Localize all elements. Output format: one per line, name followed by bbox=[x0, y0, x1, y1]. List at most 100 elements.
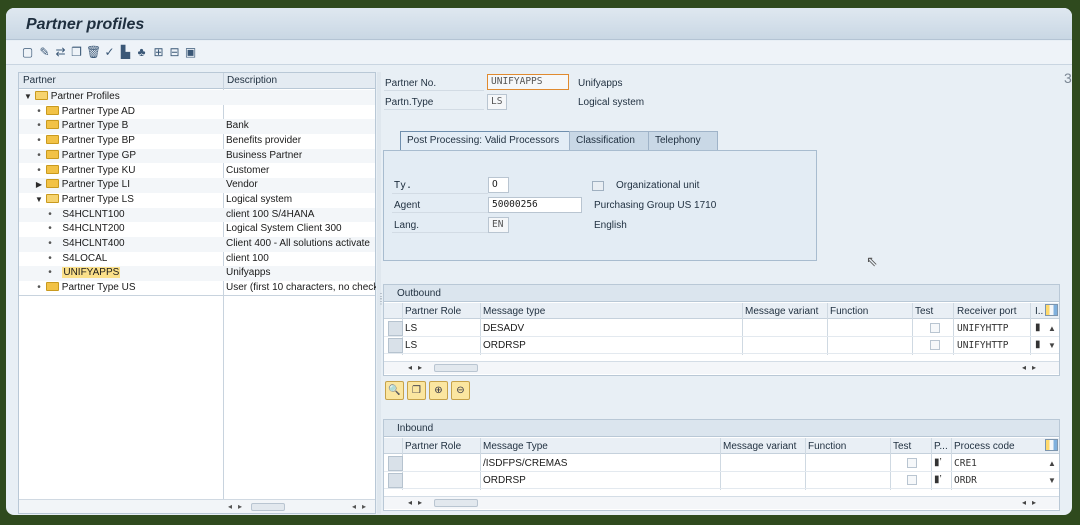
col-process-code[interactable]: Process code bbox=[954, 441, 1015, 452]
col-message-variant[interactable]: Message variant bbox=[745, 306, 818, 317]
outbound-horizontal-scrollbar[interactable]: ◂ ▸ ◂ ▸ bbox=[384, 361, 1059, 374]
table-row[interactable]: LS DESADV UNIFYHTTP ▮ ▲ bbox=[384, 320, 1059, 337]
scroll-right-icon[interactable]: ▸ bbox=[238, 502, 242, 511]
pane-splitter[interactable]: ⋮ ⋮ bbox=[377, 72, 385, 514]
test-checkbox[interactable] bbox=[907, 475, 917, 485]
tree-node[interactable]: • S4LOCAL client 100 bbox=[19, 252, 375, 267]
partner-no-label: Partner No. bbox=[385, 78, 437, 89]
expanded-icon[interactable]: ▼ bbox=[24, 92, 32, 101]
col-p[interactable]: P... bbox=[934, 441, 948, 452]
col-receiver-port[interactable]: Receiver port bbox=[957, 306, 1016, 317]
tree-node[interactable]: • Partner Type US User (first 10 charact… bbox=[19, 281, 376, 296]
copy-icon[interactable]: ❐ bbox=[69, 45, 84, 60]
tree-node[interactable]: ▼ Partner Type LS Logical system bbox=[19, 193, 375, 208]
collapsed-icon[interactable]: ▶ bbox=[35, 180, 43, 189]
tree-node[interactable]: • Partner Type KU Customer bbox=[19, 164, 375, 179]
row-selector[interactable] bbox=[388, 338, 403, 353]
scroll-right-icon[interactable]: ▸ bbox=[418, 498, 422, 507]
row-selector[interactable] bbox=[388, 321, 403, 336]
tree-node[interactable]: • Partner Type B Bank bbox=[19, 119, 375, 135]
check-icon[interactable]: ▙ bbox=[118, 45, 133, 60]
scroll-thumb[interactable] bbox=[434, 364, 478, 372]
test-checkbox[interactable] bbox=[907, 458, 917, 468]
col-message-variant[interactable]: Message variant bbox=[723, 441, 796, 452]
layout-settings-icon[interactable] bbox=[1045, 439, 1058, 451]
row-selector[interactable] bbox=[388, 473, 403, 488]
scroll-right-icon[interactable]: ▸ bbox=[418, 363, 422, 372]
partn-type-field[interactable]: LS bbox=[487, 94, 507, 110]
copy-entry-icon[interactable]: ❐ bbox=[407, 381, 426, 400]
test-checkbox[interactable] bbox=[930, 323, 940, 333]
scroll-left-icon[interactable]: ◂ bbox=[1022, 363, 1026, 372]
agent-label: Agent bbox=[394, 200, 421, 211]
new-icon[interactable]: ▢ bbox=[20, 45, 35, 60]
col-message-type[interactable]: Message type bbox=[483, 306, 545, 317]
scroll-right-icon[interactable]: ▸ bbox=[362, 502, 366, 511]
col-test[interactable]: Test bbox=[915, 306, 933, 317]
table-row[interactable]: LS ORDRSP UNIFYHTTP ▮ ▼ bbox=[384, 337, 1059, 354]
scroll-right-icon[interactable]: ▸ bbox=[1032, 498, 1036, 507]
delete-entry-icon[interactable]: ⊖ bbox=[451, 381, 470, 400]
tree-node[interactable]: ▶ Partner Type LI Vendor bbox=[19, 178, 375, 193]
tree-node[interactable]: • Partner Type BP Benefits provider bbox=[19, 134, 375, 149]
tree-icon[interactable]: ♣ bbox=[134, 45, 149, 60]
lang-field[interactable]: EN bbox=[488, 217, 509, 233]
col-partner-role[interactable]: Partner Role bbox=[405, 306, 461, 317]
test-checkbox[interactable] bbox=[930, 340, 940, 350]
expanded-icon[interactable]: ▼ bbox=[35, 195, 43, 204]
scroll-left-icon[interactable]: ◂ bbox=[228, 502, 232, 511]
tree-node[interactable]: • S4HCLNT400 Client 400 - All solutions … bbox=[19, 237, 375, 252]
tree-node-desc: Client 400 - All solutions activate bbox=[226, 238, 370, 249]
scroll-left-icon[interactable]: ◂ bbox=[408, 363, 412, 372]
tree-node[interactable]: • S4HCLNT100 client 100 S/4HANA bbox=[19, 207, 375, 223]
scroll-thumb[interactable] bbox=[434, 499, 478, 507]
scroll-thumb[interactable] bbox=[251, 503, 285, 511]
col-function[interactable]: Function bbox=[830, 306, 868, 317]
folder-icon bbox=[45, 135, 59, 145]
tab-classification[interactable]: Classification bbox=[569, 131, 651, 150]
scroll-left-icon[interactable]: ◂ bbox=[352, 502, 356, 511]
ty-field[interactable]: O bbox=[488, 177, 509, 193]
tree-node-root[interactable]: ▼ Partner Profiles bbox=[19, 90, 375, 105]
tab-telephony[interactable]: Telephony bbox=[648, 131, 718, 150]
tree-node[interactable]: • Partner Type GP Business Partner bbox=[19, 148, 375, 164]
scroll-down-icon[interactable]: ▼ bbox=[1048, 341, 1056, 350]
tree-node-desc: Vendor bbox=[226, 179, 258, 191]
tree-node[interactable]: • S4HCLNT200 Logical System Client 300 bbox=[19, 222, 375, 237]
layout-settings-icon[interactable] bbox=[1045, 304, 1058, 316]
agent-field[interactable]: 50000256 bbox=[488, 197, 582, 213]
col-i[interactable]: I.. bbox=[1035, 306, 1043, 317]
import-icon[interactable]: ⊟ bbox=[167, 45, 182, 60]
tab-post-processing[interactable]: Post Processing: Valid Processors bbox=[400, 131, 581, 151]
partner-no-field[interactable]: UNIFYAPPS bbox=[487, 74, 569, 90]
table-row[interactable]: ORDRSP ▮’ ORDR ▼ bbox=[384, 472, 1059, 489]
delete-icon[interactable]: 🗑 bbox=[86, 45, 101, 60]
inbound-grid-header: Partner Role Message Type Message varian… bbox=[384, 438, 1059, 454]
row-selector[interactable] bbox=[388, 456, 403, 471]
scroll-left-icon[interactable]: ◂ bbox=[1022, 498, 1026, 507]
tree-node-selected[interactable]: • UNIFYAPPS Unifyapps bbox=[19, 266, 375, 282]
edit-icon[interactable]: ✎ bbox=[37, 45, 52, 60]
create-entry-icon[interactable]: ⊕ bbox=[429, 381, 448, 400]
leaf-bullet-icon: • bbox=[48, 238, 52, 249]
where-used-icon[interactable]: ✓ bbox=[102, 45, 117, 60]
tree-horizontal-scrollbar[interactable]: ◂ ▸ ◂ ▸ bbox=[19, 499, 375, 513]
display-icon[interactable]: ▣ bbox=[183, 45, 198, 60]
tree-node-label: Partner Type AD bbox=[61, 105, 135, 117]
table-row[interactable]: /ISDFPS/CREMAS ▮’ CRE1 ▲ bbox=[384, 455, 1059, 472]
export-icon[interactable]: ⊞ bbox=[151, 45, 166, 60]
display-detail-icon[interactable]: 🔍 bbox=[385, 381, 404, 400]
scroll-down-icon[interactable]: ▼ bbox=[1048, 476, 1056, 485]
scroll-left-icon[interactable]: ◂ bbox=[408, 498, 412, 507]
col-test[interactable]: Test bbox=[893, 441, 911, 452]
change-icon[interactable]: ⇄ bbox=[53, 45, 68, 60]
tree-node[interactable]: • Partner Type AD bbox=[19, 105, 375, 120]
scroll-up-icon[interactable]: ▲ bbox=[1048, 459, 1056, 468]
col-partner-role[interactable]: Partner Role bbox=[405, 441, 461, 452]
scroll-right-icon[interactable]: ▸ bbox=[1032, 363, 1036, 372]
col-function[interactable]: Function bbox=[808, 441, 846, 452]
col-message-type[interactable]: Message Type bbox=[483, 441, 548, 452]
folder-open-icon bbox=[34, 91, 48, 100]
inbound-horizontal-scrollbar[interactable]: ◂ ▸ ◂ ▸ bbox=[384, 496, 1059, 509]
scroll-up-icon[interactable]: ▲ bbox=[1048, 324, 1056, 333]
